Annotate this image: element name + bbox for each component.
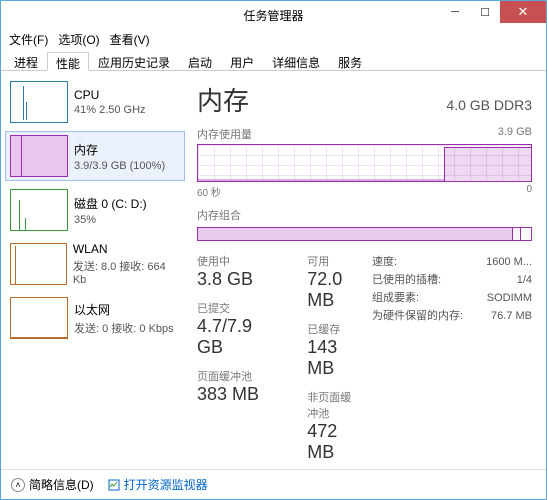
ethernet-value: 发送: 0 接收: 0 Kbps (74, 320, 174, 336)
footer: ˄ 简略信息(D) 打开资源监视器 (1, 469, 546, 499)
memory-panel: 内存 4.0 GB DDR3 内存使用量 3.9 GB 60 秒 0 内存组合 (189, 71, 546, 469)
composition-label: 内存组合 (197, 207, 532, 223)
menubar: 文件(F) 选项(O) 查看(V) (1, 29, 546, 49)
titlebar: 任务管理器 ─ ☐ ✕ (1, 1, 546, 29)
in-use-label: 使用中 (197, 253, 267, 269)
tab-details[interactable]: 详细信息 (263, 51, 329, 70)
window-title: 任务管理器 (243, 7, 303, 24)
memory-thumbnail-icon (10, 135, 68, 177)
resource-monitor-icon (108, 479, 120, 491)
memory-label: 内存 (74, 141, 165, 158)
disk-thumbnail-icon (10, 189, 68, 231)
nonpaged-value: 472 MB (307, 421, 362, 463)
slots-label: 已使用的插槽: (372, 271, 441, 289)
form-label: 组成要素: (372, 289, 419, 307)
reserved-value: 76.7 MB (491, 307, 532, 325)
menu-view[interactable]: 查看(V) (108, 31, 152, 48)
cpu-thumbnail-icon (10, 81, 68, 123)
cpu-label: CPU (74, 88, 146, 102)
chevron-up-icon: ˄ (11, 478, 25, 492)
open-resource-monitor-link[interactable]: 打开资源监视器 (108, 476, 208, 493)
ethernet-label: 以太网 (74, 301, 174, 318)
wlan-value: 发送: 8.0 接收: 664 Kb (73, 258, 180, 286)
usage-graph-label: 内存使用量 (197, 126, 252, 142)
sidebar-item-ethernet[interactable]: 以太网 发送: 0 接收: 0 Kbps (5, 293, 185, 343)
disk-label: 磁盘 0 (C: D:) (74, 195, 147, 212)
tab-bar: 进程 性能 应用历史记录 启动 用户 详细信息 服务 (1, 49, 546, 71)
tab-users[interactable]: 用户 (221, 51, 263, 70)
wlan-label: WLAN (73, 242, 180, 256)
tab-processes[interactable]: 进程 (5, 51, 47, 70)
nonpaged-label: 非页面缓冲池 (307, 389, 362, 421)
minimize-button[interactable]: ─ (440, 1, 470, 23)
tab-app-history[interactable]: 应用历史记录 (89, 51, 179, 70)
panel-subtitle: 4.0 GB DDR3 (446, 97, 532, 113)
reserved-label: 为硬件保留的内存: (372, 307, 463, 325)
wlan-thumbnail-icon (10, 243, 67, 285)
memory-usage-graph (197, 144, 532, 182)
memory-details: 速度: 1600 M... 已使用的插槽: 1/4 组成要素: SODIMM 为硬件保… (372, 253, 532, 325)
maximize-button[interactable]: ☐ (470, 1, 500, 23)
panel-title: 内存 (197, 81, 249, 118)
fewer-details-button[interactable]: ˄ 简略信息(D) (11, 476, 94, 493)
open-resource-monitor-label: 打开资源监视器 (124, 476, 208, 493)
paged-label: 页面缓冲池 (197, 368, 267, 384)
usage-graph-max: 3.9 GB (498, 126, 532, 142)
window-buttons: ─ ☐ ✕ (440, 1, 546, 23)
xaxis-left: 60 秒 (197, 184, 221, 199)
sidebar-item-wlan[interactable]: WLAN 发送: 8.0 接收: 664 Kb (5, 239, 185, 289)
memory-value: 3.9/3.9 GB (100%) (74, 160, 165, 172)
cached-value: 143 MB (307, 337, 362, 379)
xaxis-right: 0 (526, 184, 532, 199)
performance-sidebar: CPU 41% 2.50 GHz 内存 3.9/3.9 GB (100%) 磁盘… (1, 71, 189, 469)
fewer-details-label: 简略信息(D) (29, 476, 94, 493)
cached-label: 已缓存 (307, 321, 362, 337)
speed-label: 速度: (372, 253, 397, 271)
menu-file[interactable]: 文件(F) (7, 31, 50, 48)
tab-performance[interactable]: 性能 (47, 52, 89, 71)
committed-value: 4.7/7.9 GB (197, 316, 267, 358)
menu-options[interactable]: 选项(O) (56, 31, 101, 48)
disk-value: 35% (74, 214, 147, 226)
close-button[interactable]: ✕ (500, 1, 546, 23)
in-use-value: 3.8 GB (197, 269, 267, 290)
speed-value: 1600 M... (486, 253, 532, 271)
memory-composition-graph (197, 227, 532, 241)
body: CPU 41% 2.50 GHz 内存 3.9/3.9 GB (100%) 磁盘… (1, 71, 546, 469)
sidebar-item-memory[interactable]: 内存 3.9/3.9 GB (100%) (5, 131, 185, 181)
cpu-value: 41% 2.50 GHz (74, 104, 146, 116)
available-label: 可用 (307, 253, 362, 269)
sidebar-item-cpu[interactable]: CPU 41% 2.50 GHz (5, 77, 185, 127)
tab-services[interactable]: 服务 (329, 51, 371, 70)
tab-startup[interactable]: 启动 (179, 51, 221, 70)
form-value: SODIMM (487, 289, 532, 307)
ethernet-thumbnail-icon (10, 297, 68, 339)
paged-value: 383 MB (197, 384, 267, 405)
task-manager-window: 任务管理器 ─ ☐ ✕ 文件(F) 选项(O) 查看(V) 进程 性能 应用历史… (0, 0, 547, 500)
committed-label: 已提交 (197, 300, 267, 316)
sidebar-item-disk[interactable]: 磁盘 0 (C: D:) 35% (5, 185, 185, 235)
available-value: 72.0 MB (307, 269, 362, 311)
slots-value: 1/4 (517, 271, 532, 289)
